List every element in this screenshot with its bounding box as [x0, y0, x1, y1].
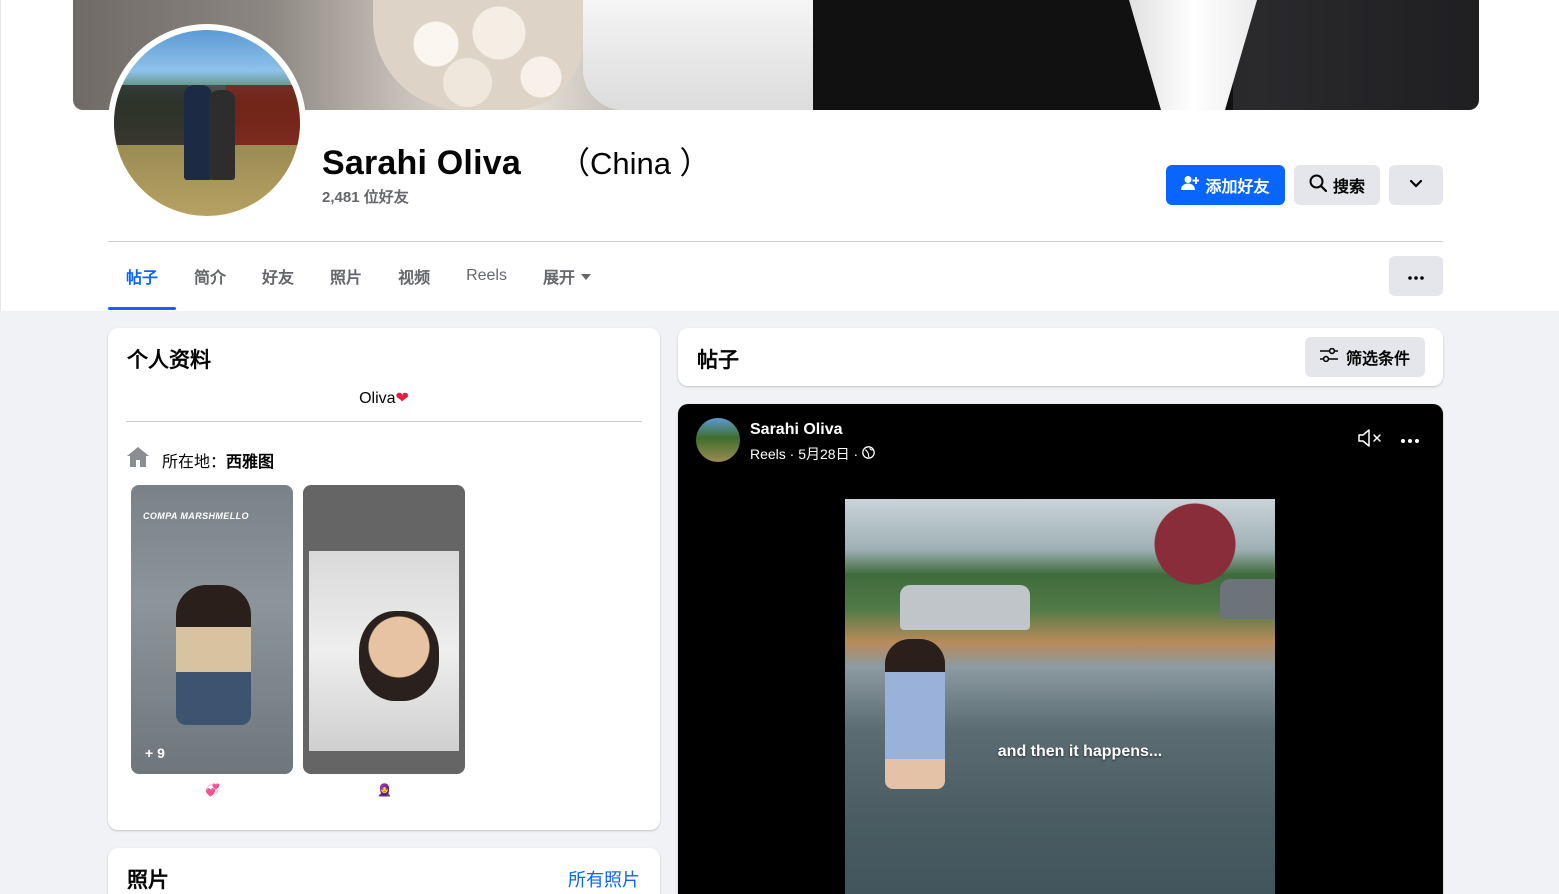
post-options-icon[interactable]	[1401, 426, 1419, 449]
tab-about[interactable]: 简介	[176, 256, 244, 296]
profile-tabs: 帖子 简介 好友 照片 视频 Reels 展开	[108, 256, 609, 310]
intro-card: 个人资料 Oliva❤ 所在地：西雅图 COMPA MARSHMELLO + 9…	[108, 328, 660, 830]
tab-more[interactable]: 展开	[525, 256, 609, 296]
featured-highlight-2[interactable]	[303, 485, 465, 774]
tab-friends[interactable]: 好友	[244, 256, 312, 296]
mute-icon[interactable]	[1357, 428, 1383, 453]
location-city[interactable]: 西雅图	[226, 454, 274, 471]
add-friend-icon	[1181, 175, 1200, 196]
tab-more-label: 展开	[542, 270, 575, 287]
posts-title: 帖子	[697, 349, 739, 372]
video-tree	[1135, 499, 1255, 589]
add-friend-label: 添加好友	[1205, 179, 1270, 196]
friends-count-link[interactable]: 2,481 位好友	[322, 186, 409, 207]
profile-menu-button[interactable]	[1389, 256, 1443, 296]
tab-friends-label: 好友	[262, 270, 295, 287]
profile-avatar[interactable]	[114, 30, 300, 216]
caret-down-icon	[581, 267, 591, 285]
reel-video[interactable]: and then it happens...	[845, 499, 1275, 894]
bio-label: Oliva	[359, 390, 396, 407]
tab-videos-label: 视频	[398, 270, 431, 287]
tab-posts-label: 帖子	[126, 270, 159, 287]
search-label: 搜索	[1332, 179, 1365, 196]
tab-videos[interactable]: 视频	[380, 256, 448, 296]
featured-highlight-1[interactable]: COMPA MARSHMELLO + 9	[131, 485, 293, 774]
avatar-person-2	[209, 90, 235, 180]
highlight-2-emoji: 🧕	[377, 783, 392, 797]
tab-photos[interactable]: 照片	[312, 256, 380, 296]
highlight-figure	[176, 585, 251, 725]
avatar-person	[184, 85, 212, 180]
header-divider	[108, 241, 1443, 242]
video-child	[885, 639, 945, 789]
bio-text: Oliva❤	[108, 388, 660, 408]
name-row: Sarahi Oliva （China ）	[322, 138, 711, 183]
post-author-name[interactable]: Sarahi Oliva	[750, 421, 843, 439]
home-icon	[126, 446, 150, 473]
highlight-2-image	[309, 551, 459, 751]
video-car	[1220, 579, 1275, 619]
post-author-avatar[interactable]	[696, 418, 740, 462]
more-dots-icon	[1408, 267, 1424, 285]
tab-posts[interactable]: 帖子	[108, 256, 177, 310]
posts-header-card: 帖子 筛选条件	[678, 328, 1443, 386]
post-meta: Reels · 5月28日 ·	[750, 444, 876, 464]
tab-reels-label: Reels	[466, 267, 507, 284]
globe-icon	[862, 446, 876, 462]
highlight-2-face	[359, 611, 439, 701]
filter-label: 筛选条件	[1345, 351, 1410, 368]
search-button[interactable]: 搜索	[1294, 165, 1380, 205]
tab-about-label: 简介	[194, 270, 227, 287]
reel-post: Sarahi Oliva Reels · 5月28日 · and then it…	[678, 404, 1443, 894]
profile-region: （China ）	[558, 146, 711, 181]
cover-dress	[583, 0, 813, 110]
more-options-button[interactable]	[1389, 165, 1443, 205]
photos-card: 照片 所有照片	[108, 848, 660, 894]
intro-title: 个人资料	[127, 349, 211, 372]
post-meta-text: Reels · 5月28日 ·	[750, 446, 859, 462]
location-row: 所在地：西雅图	[126, 446, 274, 473]
tab-photos-label: 照片	[330, 270, 363, 287]
highlight-overlay-text: COMPA MARSHMELLO	[143, 511, 249, 521]
filter-button[interactable]: 筛选条件	[1305, 337, 1425, 377]
cover-bouquet	[373, 0, 583, 110]
heart-icon: ❤	[395, 390, 409, 407]
tab-reels[interactable]: Reels	[448, 256, 525, 296]
highlight-1-emoji: 💞	[205, 783, 220, 797]
profile-name: Sarahi Oliva	[322, 144, 521, 182]
all-photos-link[interactable]: 所有照片	[568, 866, 640, 892]
search-icon	[1309, 174, 1328, 197]
intro-divider	[126, 421, 642, 422]
chevron-down-icon	[1409, 176, 1423, 194]
photos-title: 照片	[127, 869, 169, 892]
add-friend-button[interactable]: 添加好友	[1166, 165, 1285, 205]
filter-sliders-icon	[1319, 347, 1338, 367]
highlight-count: + 9	[145, 745, 165, 761]
video-caption: and then it happens...	[997, 743, 1163, 760]
location-prefix: 所在地：	[162, 453, 227, 471]
video-truck	[900, 585, 1030, 630]
